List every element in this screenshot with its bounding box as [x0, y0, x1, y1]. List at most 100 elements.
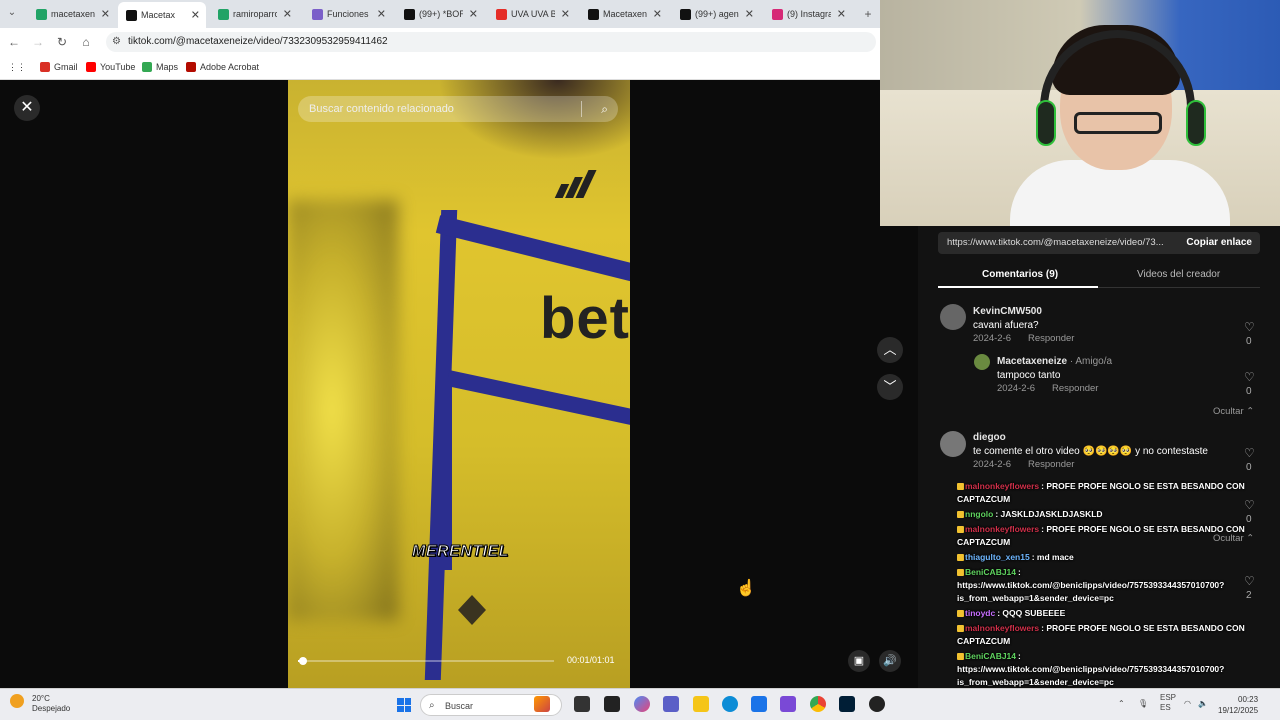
sun-icon	[10, 694, 24, 708]
bookmark-item[interactable]: Maps	[142, 62, 178, 72]
mic-icon[interactable]: 🎙	[1138, 699, 1148, 708]
task-view-icon[interactable]	[574, 696, 590, 712]
url-field[interactable]: ⚙ tiktok.com/@macetaxeneize/video/733230…	[106, 32, 876, 52]
site-info-icon[interactable]: ⚙	[112, 32, 121, 52]
heart-icon[interactable]: ♡	[1244, 446, 1255, 460]
store-icon[interactable]	[751, 696, 767, 712]
browser-tab[interactable]: UVA UVA BC ✕	[488, 4, 576, 24]
apps-icon[interactable]: ⋮⋮	[8, 62, 26, 73]
browser-tab[interactable]: macetaxene ✕	[28, 4, 116, 24]
tab-comments[interactable]: Comentarios (9)	[982, 269, 1058, 280]
chat-text: CAPTAZCUM	[957, 494, 1011, 504]
reply-username[interactable]: Macetaxeneize	[997, 356, 1067, 367]
avatar[interactable]	[940, 431, 966, 457]
app-icon[interactable]	[534, 696, 550, 712]
related-search-input[interactable]: Buscar contenido relacionado ⌕	[298, 96, 618, 122]
tab-close-icon[interactable]: ✕	[561, 8, 570, 21]
heart-icon[interactable]: ♡	[1244, 574, 1255, 588]
volume-icon[interactable]: 🔊	[879, 650, 901, 672]
like-count: 0	[1246, 514, 1252, 525]
reload-icon[interactable]: ↻	[54, 34, 70, 50]
tab-close-icon[interactable]: ✕	[469, 8, 478, 21]
comment-username[interactable]: KevinCMW500	[973, 306, 1042, 317]
chevron-up-icon[interactable]: ︿	[877, 337, 903, 363]
hide-replies-button[interactable]: Ocultar ⌃	[1213, 533, 1254, 544]
jersey-stripe	[438, 380, 452, 570]
language-indicator[interactable]: ESP ES	[1160, 693, 1176, 713]
home-icon[interactable]: ⌂	[78, 34, 94, 50]
comment-date: 2024-2-6	[973, 333, 1012, 344]
tab-close-icon[interactable]: ✕	[837, 8, 846, 21]
bookmark-label: Adobe Acrobat	[200, 62, 260, 72]
copy-link-button[interactable]: Copiar enlace	[1186, 232, 1252, 254]
chrome-icon[interactable]	[810, 696, 826, 712]
obs-icon[interactable]	[869, 696, 885, 712]
folder-icon[interactable]	[693, 696, 709, 712]
tab-favicon-icon	[680, 8, 691, 20]
wifi-icon[interactable]: ◠	[1184, 699, 1191, 708]
tab-list-icon[interactable]: ⌄	[4, 5, 20, 21]
chat-message: malnonkeyflowers: PROFE PROFE NGOLO SE E…	[957, 481, 1245, 491]
chat-text: is_from_webapp=1&sender_device=pc	[957, 593, 1114, 603]
reply-button[interactable]: Responder	[1028, 333, 1074, 344]
tab-favicon-icon	[772, 8, 783, 20]
tab-favicon-icon	[36, 8, 47, 20]
bookmark-item[interactable]: Gmail	[40, 62, 78, 72]
avatar[interactable]	[940, 304, 966, 330]
bookmark-item[interactable]: YouTube	[86, 62, 135, 72]
teams-icon[interactable]	[663, 696, 679, 712]
browser-tab[interactable]: Macetax ✕	[118, 2, 206, 28]
tab-close-icon[interactable]: ✕	[377, 8, 386, 21]
browser-tab[interactable]: ramiroparro ✕	[210, 4, 298, 24]
chevron-down-icon[interactable]: ﹀	[877, 374, 903, 400]
system-clock[interactable]: 00:23 19/12/2025	[1218, 694, 1258, 716]
search-icon[interactable]: ⌕	[601, 96, 608, 122]
comment-username[interactable]: diegoo	[973, 432, 1006, 443]
chat-badge-icon	[957, 511, 964, 519]
new-tab-icon[interactable]: +	[860, 6, 876, 22]
bookmark-label: Gmail	[54, 62, 78, 72]
hide-replies-button[interactable]: Ocultar ⌃	[1213, 406, 1254, 417]
reply-button[interactable]: Responder	[1052, 383, 1098, 394]
heart-icon[interactable]: ♡	[1244, 370, 1255, 384]
video-player[interactable]: bet	[288, 80, 630, 688]
headset-earcup	[1036, 100, 1056, 146]
browser-tab[interactable]: (9) Instagra ✕	[764, 4, 852, 24]
bookmark-item[interactable]: Adobe Acrobat	[186, 62, 259, 72]
discord-icon[interactable]	[780, 696, 796, 712]
tray-chevron-icon[interactable]: ⌃	[1118, 699, 1125, 708]
close-icon[interactable]: ✕	[14, 95, 40, 121]
tab-close-icon[interactable]: ✕	[745, 8, 754, 21]
speaker-icon[interactable]: 🔈	[1198, 699, 1208, 708]
browser-tab[interactable]: (99+) agen ✕	[672, 4, 760, 24]
windows-start-icon[interactable]	[397, 698, 411, 712]
chat-username: malnonkeyflowers	[965, 481, 1040, 491]
comment-username[interactable]: Macetaxeneize · Amigo/a	[997, 356, 1112, 367]
edge-icon[interactable]	[722, 696, 738, 712]
browser-tab[interactable]: Funciones ✕	[304, 4, 392, 24]
tab-close-icon[interactable]: ✕	[101, 8, 110, 21]
capcut-icon[interactable]	[604, 696, 620, 712]
like-count: 2	[1246, 590, 1252, 601]
heart-icon[interactable]: ♡	[1244, 320, 1255, 334]
bookmark-icon	[186, 62, 196, 72]
back-icon[interactable]: ←	[6, 34, 22, 50]
tab-close-icon[interactable]: ✕	[191, 9, 200, 22]
heart-icon[interactable]: ♡	[1244, 498, 1255, 512]
reply-button[interactable]: Responder	[1028, 459, 1074, 470]
tab-creator-videos[interactable]: Videos del creador	[1137, 269, 1220, 280]
chat-text: CAPTAZCUM	[957, 537, 1011, 547]
video-progress-bar[interactable]	[298, 657, 554, 665]
tab-close-icon[interactable]: ✕	[653, 8, 662, 21]
photoshop-icon[interactable]	[839, 696, 855, 712]
avatar[interactable]	[974, 354, 990, 370]
forward-icon[interactable]: →	[30, 34, 46, 50]
pip-icon[interactable]: ▣	[848, 650, 870, 672]
browser-tab[interactable]: Macetaxene ✕	[580, 4, 668, 24]
copilot-icon[interactable]	[634, 696, 650, 712]
tab-favicon-icon	[126, 9, 137, 21]
browser-tab[interactable]: (99+) *BOR ✕	[396, 4, 484, 24]
tab-close-icon[interactable]: ✕	[283, 8, 292, 21]
tab-label: (99+) agen	[695, 9, 739, 19]
tab-label: (99+) *BOR	[419, 9, 463, 19]
